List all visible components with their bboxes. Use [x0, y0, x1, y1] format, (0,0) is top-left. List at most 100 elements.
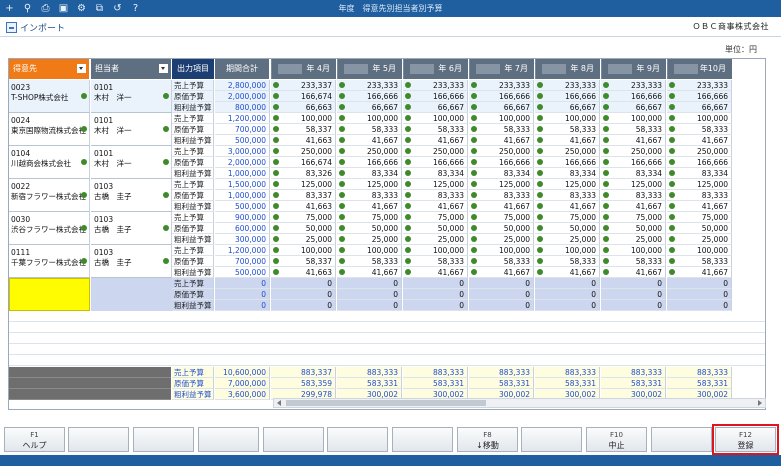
month-value[interactable]: 41,663 — [271, 267, 336, 278]
month-value[interactable]: 0 — [469, 300, 534, 311]
scroll-right-icon[interactable] — [758, 400, 762, 406]
month-value[interactable]: 83,334 — [337, 168, 402, 179]
month-value[interactable]: 100,000 — [271, 245, 336, 256]
month-value[interactable]: 166,666 — [403, 157, 468, 168]
month-value[interactable]: 66,663 — [271, 102, 336, 113]
month-value[interactable]: 100,000 — [601, 245, 666, 256]
period-total[interactable]: 2,000,000 — [215, 91, 270, 102]
month-value[interactable]: 233,337 — [271, 80, 336, 91]
month-value[interactable]: 125,000 — [403, 179, 468, 190]
month-value[interactable]: 58,337 — [271, 124, 336, 135]
month-value[interactable]: 41,667 — [535, 201, 600, 212]
month-value[interactable]: 166,666 — [403, 91, 468, 102]
period-total[interactable]: 600,000 — [215, 223, 270, 234]
period-total[interactable]: 300,000 — [215, 234, 270, 245]
period-total[interactable]: 0 — [215, 289, 270, 300]
month-value[interactable]: 58,333 — [337, 256, 402, 267]
month-value[interactable]: 583,331 — [403, 378, 468, 389]
month-value[interactable]: 583,331 — [601, 378, 666, 389]
function-key-blank-11[interactable] — [651, 427, 712, 452]
month-value[interactable]: 166,666 — [337, 157, 402, 168]
month-value[interactable]: 75,000 — [601, 212, 666, 223]
function-key-f1[interactable]: F1 ヘルプ — [4, 427, 65, 452]
person-cell[interactable]: 0101 木村 洋一 — [91, 80, 172, 113]
month-value[interactable]: 100,000 — [403, 245, 468, 256]
month-value[interactable]: 41,667 — [667, 201, 732, 212]
month-value[interactable]: 41,667 — [535, 267, 600, 278]
month-value[interactable]: 66,667 — [403, 102, 468, 113]
month-value[interactable]: 250,000 — [469, 146, 534, 157]
month-value[interactable]: 100,000 — [337, 113, 402, 124]
person-cell[interactable]: 0103 古橋 圭子 — [91, 179, 172, 212]
month-value[interactable]: 0 — [403, 278, 468, 289]
month-value[interactable]: 100,000 — [469, 113, 534, 124]
month-value[interactable]: 250,000 — [403, 146, 468, 157]
month-value[interactable]: 66,667 — [535, 102, 600, 113]
month-value[interactable]: 66,667 — [337, 102, 402, 113]
period-total[interactable]: 1,200,000 — [215, 113, 270, 124]
month-value[interactable]: 125,000 — [535, 179, 600, 190]
month-value[interactable]: 125,000 — [271, 179, 336, 190]
month-value[interactable]: 58,333 — [469, 256, 534, 267]
month-value[interactable]: 41,663 — [271, 201, 336, 212]
month-value[interactable]: 166,666 — [667, 157, 732, 168]
month-value[interactable]: 583,331 — [337, 378, 402, 389]
month-value[interactable]: 83,333 — [337, 190, 402, 201]
new-person-input[interactable] — [91, 278, 172, 311]
month-value[interactable]: 583,331 — [667, 378, 732, 389]
customer-cell[interactable]: 0023 T-SHOP株式会社 — [9, 80, 90, 113]
month-value[interactable]: 233,333 — [667, 80, 732, 91]
month-value[interactable]: 41,667 — [403, 135, 468, 146]
month-value[interactable]: 0 — [469, 278, 534, 289]
month-value[interactable]: 83,326 — [271, 168, 336, 179]
month-value[interactable]: 58,333 — [469, 124, 534, 135]
month-value[interactable]: 233,333 — [469, 80, 534, 91]
function-key-f10[interactable]: F10 中止 — [586, 427, 647, 452]
month-value[interactable]: 100,000 — [667, 113, 732, 124]
month-value[interactable]: 58,333 — [667, 256, 732, 267]
month-value[interactable]: 0 — [601, 289, 666, 300]
month-value[interactable]: 100,000 — [535, 245, 600, 256]
period-total[interactable]: 1,500,000 — [215, 179, 270, 190]
month-value[interactable]: 250,000 — [271, 146, 336, 157]
function-key-blank-3[interactable] — [133, 427, 194, 452]
month-value[interactable]: 41,667 — [337, 267, 402, 278]
month-value[interactable]: 166,666 — [535, 157, 600, 168]
month-value[interactable]: 0 — [667, 278, 732, 289]
month-value[interactable]: 166,674 — [271, 91, 336, 102]
month-value[interactable]: 50,000 — [667, 223, 732, 234]
function-key-f8[interactable]: F8 ↓移動 — [457, 427, 518, 452]
month-value[interactable]: 50,000 — [403, 223, 468, 234]
month-value[interactable]: 100,000 — [271, 113, 336, 124]
month-value[interactable]: 41,667 — [667, 267, 732, 278]
month-value[interactable]: 0 — [601, 278, 666, 289]
month-value[interactable]: 58,333 — [403, 256, 468, 267]
month-value[interactable]: 50,000 — [469, 223, 534, 234]
customer-cell[interactable]: 0104 川越商会株式会社 — [9, 146, 90, 179]
month-value[interactable]: 41,667 — [403, 267, 468, 278]
month-value[interactable]: 75,000 — [667, 212, 732, 223]
month-value[interactable]: 233,333 — [535, 80, 600, 91]
budget-grid[interactable]: 得意先 担当者 出力項目 期間合計 年 4月 年 5月 年 6月 年 7月 年 8月 年 … — [8, 58, 766, 410]
period-total[interactable]: 900,000 — [215, 212, 270, 223]
function-key-blank-5[interactable] — [263, 427, 324, 452]
month-value[interactable]: 83,337 — [271, 190, 336, 201]
month-value[interactable]: 83,333 — [469, 190, 534, 201]
month-value[interactable]: 166,666 — [469, 91, 534, 102]
month-value[interactable]: 58,333 — [535, 256, 600, 267]
import-button[interactable]: インポート — [6, 20, 65, 34]
month-value[interactable]: 0 — [271, 300, 336, 311]
month-value[interactable]: 58,337 — [271, 256, 336, 267]
month-value[interactable]: 58,333 — [535, 124, 600, 135]
function-key-blank-6[interactable] — [327, 427, 388, 452]
function-key-f12[interactable]: F12 登録 — [712, 424, 779, 455]
month-value[interactable]: 233,333 — [403, 80, 468, 91]
person-cell[interactable]: 0101 木村 洋一 — [91, 146, 172, 179]
month-value[interactable]: 50,000 — [271, 223, 336, 234]
month-value[interactable]: 75,000 — [403, 212, 468, 223]
period-total[interactable]: 500,000 — [215, 201, 270, 212]
month-value[interactable]: 41,667 — [601, 135, 666, 146]
month-value[interactable]: 41,667 — [469, 201, 534, 212]
month-value[interactable]: 0 — [337, 300, 402, 311]
function-key-blank-7[interactable] — [392, 427, 453, 452]
